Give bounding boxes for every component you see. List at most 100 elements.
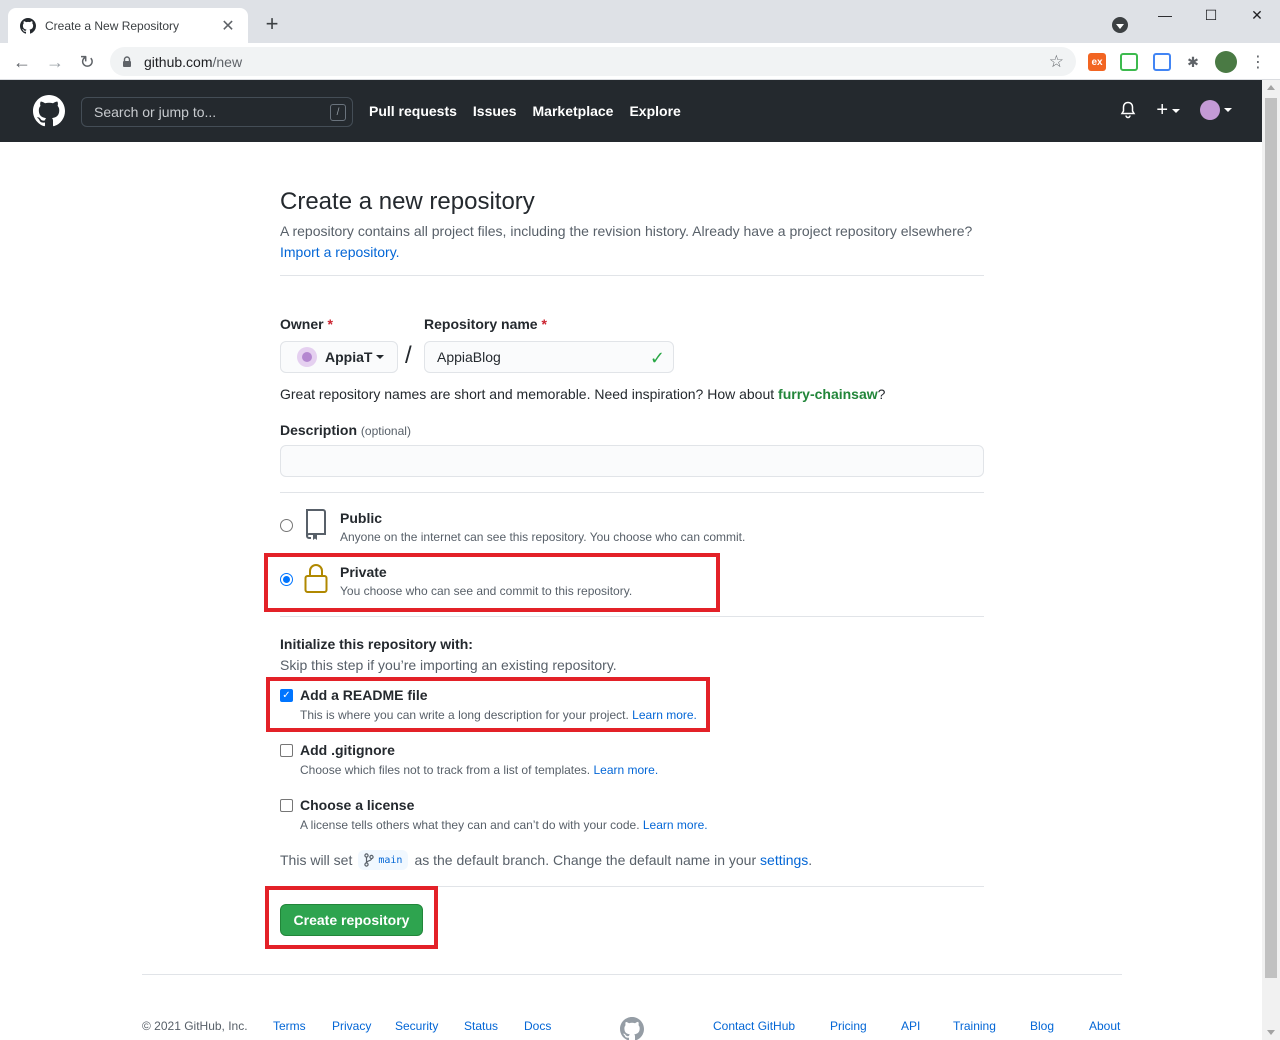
public-radio[interactable] bbox=[280, 519, 293, 532]
bookmark-star-icon[interactable]: ☆ bbox=[1049, 52, 1064, 72]
owner-label: Owner * bbox=[280, 316, 333, 332]
nav-issues[interactable]: Issues bbox=[473, 103, 517, 119]
highlight-private-box bbox=[264, 553, 720, 612]
name-suggestion-link[interactable]: furry-chainsaw bbox=[778, 386, 878, 402]
url-path: /new bbox=[212, 53, 243, 70]
description-input[interactable] bbox=[280, 445, 984, 477]
url-host: github.com bbox=[144, 53, 213, 70]
settings-link[interactable]: settings bbox=[760, 852, 808, 868]
license-checkbox[interactable] bbox=[280, 799, 293, 812]
nav-marketplace[interactable]: Marketplace bbox=[533, 103, 614, 119]
gitignore-option[interactable]: Add .gitignore Choose which files not to… bbox=[280, 742, 658, 777]
repo-book-icon bbox=[306, 509, 326, 540]
minimize-icon[interactable]: — bbox=[1142, 4, 1188, 26]
repo-name-label-text: Repository name bbox=[424, 316, 538, 332]
required-mark: * bbox=[541, 316, 547, 332]
maximize-icon[interactable]: ☐ bbox=[1188, 4, 1234, 26]
branch-suffix: . bbox=[808, 852, 813, 868]
browser-menu-icon[interactable]: ⋮ bbox=[1250, 52, 1266, 72]
public-desc: Anyone on the internet can see this repo… bbox=[340, 530, 746, 544]
gitignore-desc: Choose which files not to track from a l… bbox=[300, 763, 658, 777]
branch-prefix: This will set bbox=[280, 852, 353, 868]
owner-avatar bbox=[297, 347, 317, 367]
repository-name-value: AppiaBlog bbox=[437, 349, 501, 365]
github-footer-logo-icon[interactable] bbox=[620, 1017, 644, 1040]
url-text: github.com/new bbox=[144, 54, 242, 70]
github-favicon-icon bbox=[20, 17, 36, 34]
browser-tab[interactable]: Create a New Repository ✕ bbox=[8, 8, 248, 43]
page-scrollbar[interactable] bbox=[1262, 80, 1280, 1040]
extension-3-icon[interactable] bbox=[1153, 53, 1171, 71]
gitignore-learn-more-link[interactable]: Learn more. bbox=[593, 763, 658, 777]
owner-label-text: Owner bbox=[280, 316, 324, 332]
description-label-text: Description bbox=[280, 422, 358, 438]
forward-icon[interactable]: → bbox=[43, 50, 67, 74]
scroll-up-arrow-icon[interactable] bbox=[1267, 85, 1275, 90]
footer-link-training[interactable]: Training bbox=[953, 1019, 996, 1033]
init-subtitle: Skip this step if you’re importing an ex… bbox=[280, 657, 617, 673]
create-new-plus-icon[interactable]: + bbox=[1156, 100, 1180, 120]
new-tab-button[interactable]: + bbox=[260, 12, 284, 36]
github-logo-icon[interactable] bbox=[33, 95, 65, 127]
footer-divider bbox=[142, 974, 1122, 975]
scroll-down-arrow-icon[interactable] bbox=[1267, 1030, 1275, 1035]
import-repository-link[interactable]: Import a repository. bbox=[280, 244, 400, 260]
branch-middle: as the default branch. Change the defaul… bbox=[414, 852, 757, 868]
init-title: Initialize this repository with: bbox=[280, 636, 473, 652]
footer-link-terms[interactable]: Terms bbox=[273, 1019, 306, 1033]
valid-check-icon: ✓ bbox=[649, 348, 665, 368]
footer-link-docs[interactable]: Docs bbox=[524, 1019, 551, 1033]
extension-1-icon[interactable]: ex bbox=[1088, 53, 1106, 71]
repo-name-hint: Great repository names are short and mem… bbox=[280, 386, 885, 402]
footer-link-contact[interactable]: Contact GitHub bbox=[713, 1019, 795, 1033]
owner-value: AppiaT bbox=[325, 349, 373, 365]
page-footer: © 2021 GitHub, Inc. Terms Privacy Securi… bbox=[142, 1017, 1122, 1040]
profile-avatar-icon[interactable] bbox=[1215, 51, 1237, 73]
footer-link-api[interactable]: API bbox=[901, 1019, 920, 1033]
tab-search-icon[interactable] bbox=[1112, 17, 1128, 33]
gitignore-text: Add .gitignore Choose which files not to… bbox=[300, 742, 658, 777]
window-controls: — ☐ ✕ bbox=[1142, 4, 1280, 26]
gitignore-checkbox[interactable] bbox=[280, 744, 293, 757]
close-window-icon[interactable]: ✕ bbox=[1234, 4, 1280, 26]
license-text: Choose a license A license tells others … bbox=[300, 797, 708, 832]
footer-link-about[interactable]: About bbox=[1089, 1019, 1120, 1033]
close-tab-icon[interactable]: ✕ bbox=[220, 16, 236, 36]
footer-link-status[interactable]: Status bbox=[464, 1019, 498, 1033]
divider bbox=[280, 616, 984, 617]
browser-tab-strip: Create a New Repository ✕ + — ☐ ✕ bbox=[0, 0, 1280, 43]
license-option[interactable]: Choose a license A license tells others … bbox=[280, 797, 708, 832]
footer-link-privacy[interactable]: Privacy bbox=[332, 1019, 371, 1033]
required-mark: * bbox=[327, 316, 333, 332]
extensions-puzzle-icon[interactable]: ✱ bbox=[1184, 53, 1202, 71]
search-placeholder: Search or jump to... bbox=[94, 104, 217, 120]
license-title: Choose a license bbox=[300, 797, 415, 813]
optional-tag: (optional) bbox=[360, 424, 411, 438]
reload-icon[interactable]: ↻ bbox=[75, 50, 99, 74]
repository-name-input[interactable]: AppiaBlog ✓ bbox=[424, 341, 674, 373]
divider bbox=[280, 492, 984, 493]
github-main-nav: Pull requests Issues Marketplace Explore bbox=[369, 103, 681, 119]
chevron-down-icon bbox=[376, 355, 385, 359]
description-label: Description (optional) bbox=[280, 422, 411, 438]
divider bbox=[280, 275, 984, 276]
user-menu[interactable] bbox=[1200, 100, 1232, 120]
hint-suffix: ? bbox=[877, 386, 886, 402]
visibility-public-option[interactable]: Public Anyone on the internet can see th… bbox=[280, 508, 745, 544]
footer-link-blog[interactable]: Blog bbox=[1030, 1019, 1054, 1033]
default-branch-note: This will set main as the default branch… bbox=[280, 850, 812, 870]
page-subtitle: A repository contains all project files,… bbox=[280, 221, 984, 263]
back-icon[interactable]: ← bbox=[10, 50, 34, 74]
footer-link-security[interactable]: Security bbox=[395, 1019, 438, 1033]
nav-pull-requests[interactable]: Pull requests bbox=[369, 103, 457, 119]
address-bar[interactable]: github.com/new ☆ bbox=[110, 47, 1076, 76]
scrollbar-thumb[interactable] bbox=[1265, 98, 1277, 978]
footer-link-pricing[interactable]: Pricing bbox=[830, 1019, 867, 1033]
license-learn-more-link[interactable]: Learn more. bbox=[643, 818, 708, 832]
highlight-readme-box bbox=[266, 677, 710, 732]
nav-explore[interactable]: Explore bbox=[629, 103, 680, 119]
github-search-input[interactable]: Search or jump to... / bbox=[81, 97, 353, 127]
owner-dropdown[interactable]: AppiaT bbox=[280, 341, 398, 373]
extension-2-icon[interactable] bbox=[1120, 53, 1138, 71]
notifications-bell-icon[interactable] bbox=[1120, 101, 1136, 119]
